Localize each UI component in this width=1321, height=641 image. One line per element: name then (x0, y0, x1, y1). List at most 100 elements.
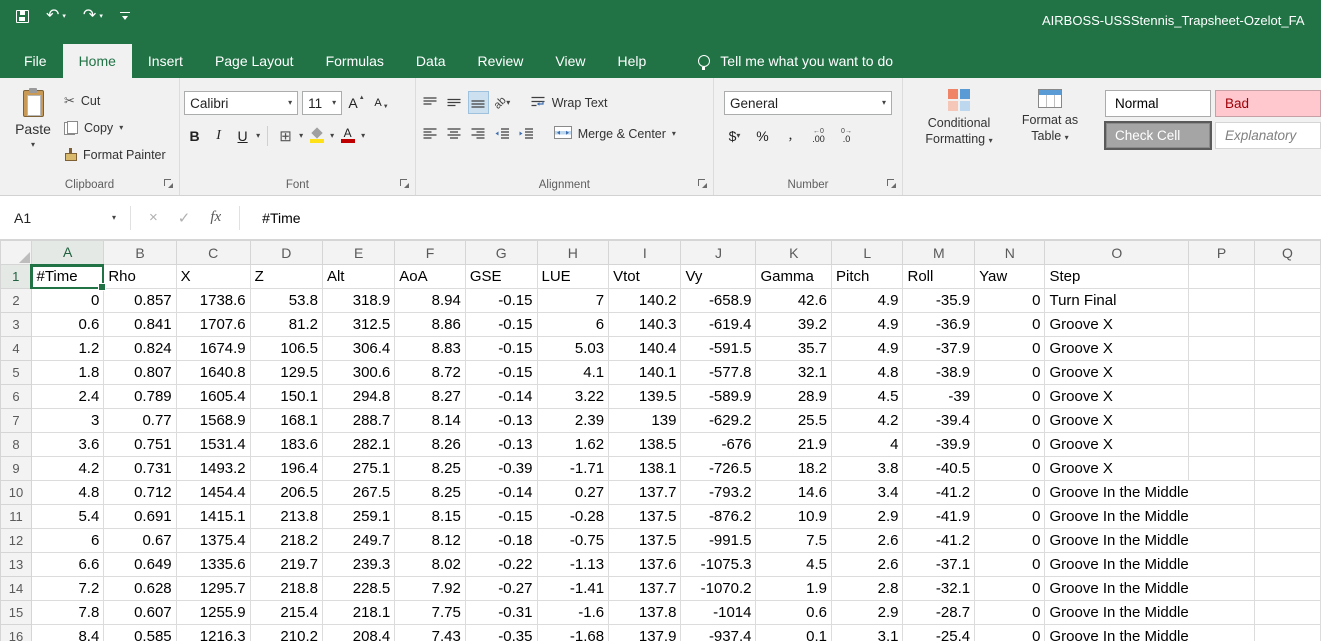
cell-M9[interactable]: -40.5 (903, 457, 975, 481)
cell-I7[interactable]: 139 (609, 409, 681, 433)
row-header-10[interactable]: 10 (1, 481, 32, 505)
cell-H4[interactable]: 5.03 (537, 337, 609, 361)
cell-Q3[interactable] (1254, 313, 1320, 337)
cell-M4[interactable]: -37.9 (903, 337, 975, 361)
tab-view[interactable]: View (539, 44, 601, 78)
cell-G6[interactable]: -0.14 (465, 385, 537, 409)
cell-N7[interactable]: 0 (975, 409, 1045, 433)
cell-E13[interactable]: 239.3 (322, 553, 394, 577)
tab-review[interactable]: Review (462, 44, 540, 78)
cell-E1[interactable]: Alt (322, 265, 394, 289)
cell-J6[interactable]: -589.9 (681, 385, 756, 409)
cell-B1[interactable]: Rho (104, 265, 176, 289)
row-header-3[interactable]: 3 (1, 313, 32, 337)
cell-K3[interactable]: 39.2 (756, 313, 832, 337)
cell-L12[interactable]: 2.6 (832, 529, 903, 553)
cell-M13[interactable]: -37.1 (903, 553, 975, 577)
cell-B15[interactable]: 0.607 (104, 601, 176, 625)
font-size-select[interactable]: 11 ▾ (302, 91, 342, 115)
cell-M8[interactable]: -39.9 (903, 433, 975, 457)
cell-K7[interactable]: 25.5 (756, 409, 832, 433)
cell-Q1[interactable] (1254, 265, 1320, 289)
bold-button[interactable]: B (184, 124, 205, 147)
name-box[interactable]: A1 ▾ (10, 205, 122, 230)
cell-D9[interactable]: 196.4 (250, 457, 322, 481)
cell-N4[interactable]: 0 (975, 337, 1045, 361)
cell-P4[interactable] (1189, 337, 1255, 361)
cell-M1[interactable]: Roll (903, 265, 975, 289)
cell-A8[interactable]: 3.6 (31, 433, 103, 457)
cell-N1[interactable]: Yaw (975, 265, 1045, 289)
cell-H15[interactable]: -1.6 (537, 601, 609, 625)
cell-G7[interactable]: -0.13 (465, 409, 537, 433)
increase-decimal-button[interactable]: ←0.00 (808, 124, 829, 147)
cell-Q13[interactable] (1254, 553, 1320, 577)
format-painter-button[interactable]: Format Painter (64, 144, 166, 165)
cell-L6[interactable]: 4.5 (832, 385, 903, 409)
cell-P6[interactable] (1189, 385, 1255, 409)
cell-F8[interactable]: 8.26 (395, 433, 466, 457)
cell-Q15[interactable] (1254, 601, 1320, 625)
cell-G14[interactable]: -0.27 (465, 577, 537, 601)
cell-A11[interactable]: 5.4 (31, 505, 103, 529)
cell-K9[interactable]: 18.2 (756, 457, 832, 481)
cell-D12[interactable]: 218.2 (250, 529, 322, 553)
cell-I4[interactable]: 140.4 (609, 337, 681, 361)
cell-D5[interactable]: 129.5 (250, 361, 322, 385)
cell-style-explanatory[interactable]: Explanatory (1215, 122, 1321, 149)
cell-J11[interactable]: -876.2 (681, 505, 756, 529)
row-header-11[interactable]: 11 (1, 505, 32, 529)
column-header-E[interactable]: E (322, 241, 394, 265)
cell-L9[interactable]: 3.8 (832, 457, 903, 481)
cell-E10[interactable]: 267.5 (322, 481, 394, 505)
increase-font-size-button[interactable]: A▲ (346, 92, 367, 115)
cell-J1[interactable]: Vy (681, 265, 756, 289)
cell-G1[interactable]: GSE (465, 265, 537, 289)
cell-M15[interactable]: -28.7 (903, 601, 975, 625)
cell-J4[interactable]: -591.5 (681, 337, 756, 361)
cell-K12[interactable]: 7.5 (756, 529, 832, 553)
cell-B9[interactable]: 0.731 (104, 457, 176, 481)
cell-L3[interactable]: 4.9 (832, 313, 903, 337)
cell-P3[interactable] (1189, 313, 1255, 337)
cell-I15[interactable]: 137.8 (609, 601, 681, 625)
cell-G5[interactable]: -0.15 (465, 361, 537, 385)
cell-F16[interactable]: 7.43 (395, 625, 466, 641)
cell-D4[interactable]: 106.5 (250, 337, 322, 361)
cell-K11[interactable]: 10.9 (756, 505, 832, 529)
cell-E4[interactable]: 306.4 (322, 337, 394, 361)
cell-style-normal[interactable]: Normal (1105, 90, 1211, 117)
cell-E3[interactable]: 312.5 (322, 313, 394, 337)
row-header-1[interactable]: 1 (1, 265, 32, 289)
cell-F12[interactable]: 8.12 (395, 529, 466, 553)
save-button[interactable] (16, 10, 29, 23)
font-color-button[interactable]: A (337, 124, 358, 147)
cell-Q11[interactable] (1254, 505, 1320, 529)
cell-N9[interactable]: 0 (975, 457, 1045, 481)
cell-F5[interactable]: 8.72 (395, 361, 466, 385)
orientation-button[interactable]: ab▾ (492, 91, 513, 114)
cell-K4[interactable]: 35.7 (756, 337, 832, 361)
cell-P11[interactable] (1189, 505, 1255, 529)
cell-J14[interactable]: -1070.2 (681, 577, 756, 601)
cell-A1[interactable]: #Time (31, 265, 103, 289)
copy-dropdown-caret[interactable]: ▾ (119, 124, 123, 132)
cell-P14[interactable] (1189, 577, 1255, 601)
redo-button[interactable]: ↷▾ (83, 8, 103, 24)
cell-F10[interactable]: 8.25 (395, 481, 466, 505)
cell-E2[interactable]: 318.9 (322, 289, 394, 313)
cell-O16[interactable]: Groove In the Middle (1045, 625, 1189, 641)
cell-B5[interactable]: 0.807 (104, 361, 176, 385)
cell-K8[interactable]: 21.9 (756, 433, 832, 457)
underline-dropdown-caret[interactable]: ▾ (256, 132, 260, 140)
borders-dropdown-caret[interactable]: ▾ (299, 132, 303, 140)
cell-J10[interactable]: -793.2 (681, 481, 756, 505)
cell-G16[interactable]: -0.35 (465, 625, 537, 641)
cell-H6[interactable]: 3.22 (537, 385, 609, 409)
cell-D16[interactable]: 210.2 (250, 625, 322, 641)
cell-F15[interactable]: 7.75 (395, 601, 466, 625)
increase-indent-button[interactable] (516, 122, 537, 145)
font-color-caret[interactable]: ▾ (361, 132, 365, 140)
cell-H8[interactable]: 1.62 (537, 433, 609, 457)
cell-A2[interactable]: 0 (31, 289, 103, 313)
